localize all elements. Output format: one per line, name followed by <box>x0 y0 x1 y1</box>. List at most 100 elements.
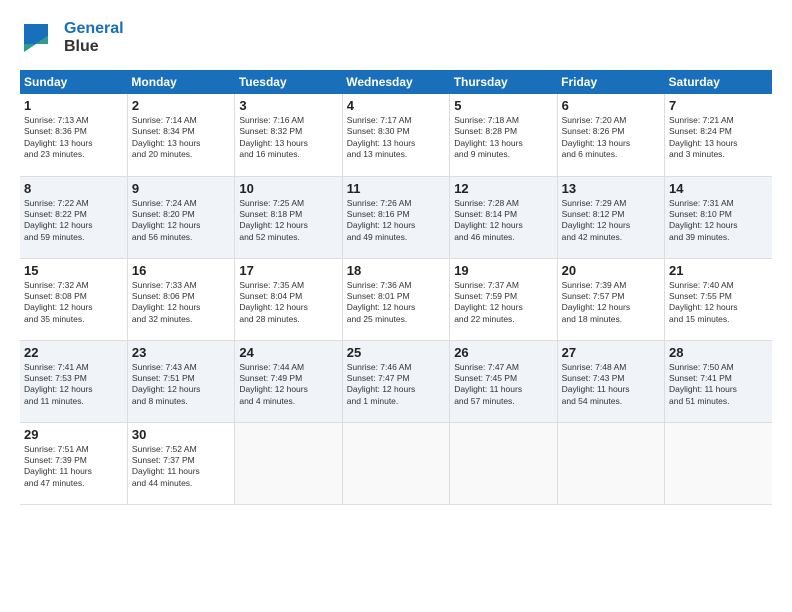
day-number: 3 <box>239 98 337 113</box>
day-number: 19 <box>454 263 552 278</box>
day-cell: 10 Sunrise: 7:25 AM Sunset: 8:18 PM Dayli… <box>235 176 342 258</box>
day-number: 27 <box>562 345 660 360</box>
week-row-4: 22 Sunrise: 7:41 AM Sunset: 7:53 PM Dayli… <box>20 340 772 422</box>
day-info: Sunrise: 7:43 AM Sunset: 7:51 PM Dayligh… <box>132 362 230 408</box>
day-cell: 20 Sunrise: 7:39 AM Sunset: 7:57 PM Dayli… <box>557 258 664 340</box>
day-cell <box>235 422 342 504</box>
day-cell: 3Sunrise: 7:16 AM Sunset: 8:32 PM Daylig… <box>235 94 342 176</box>
day-cell: 25Sunrise: 7:46 AM Sunset: 7:47 PM Dayli… <box>342 340 449 422</box>
day-cell: 11Sunrise: 7:26 AM Sunset: 8:16 PM Dayli… <box>342 176 449 258</box>
page: General Blue SundayMondayTuesdayWednesda… <box>0 0 792 612</box>
day-info: Sunrise: 7:25 AM Sunset: 8:18 PM Dayligh… <box>239 198 337 244</box>
day-cell: 2 Sunrise: 7:14 AM Sunset: 8:34 PM Daylig… <box>127 94 234 176</box>
day-number: 8 <box>24 181 123 196</box>
col-header-monday: Monday <box>127 70 234 94</box>
day-number: 10 <box>239 181 337 196</box>
day-cell: 13 Sunrise: 7:29 AM Sunset: 8:12 PM Dayli… <box>557 176 664 258</box>
day-cell: 26 Sunrise: 7:47 AM Sunset: 7:45 PM Dayli… <box>450 340 557 422</box>
day-number: 14 <box>669 181 768 196</box>
day-info: Sunrise: 7:29 AM Sunset: 8:12 PM Dayligh… <box>562 198 660 244</box>
day-cell: 15Sunrise: 7:32 AM Sunset: 8:08 PM Dayli… <box>20 258 127 340</box>
day-cell: 21 Sunrise: 7:40 AM Sunset: 7:55 PM Dayli… <box>665 258 772 340</box>
day-cell <box>450 422 557 504</box>
day-cell: 16 Sunrise: 7:33 AM Sunset: 8:06 PM Dayli… <box>127 258 234 340</box>
day-cell: 7 Sunrise: 7:21 AM Sunset: 8:24 PM Daylig… <box>665 94 772 176</box>
day-info: Sunrise: 7:14 AM Sunset: 8:34 PM Dayligh… <box>132 115 230 161</box>
day-number: 22 <box>24 345 123 360</box>
day-number: 15 <box>24 263 123 278</box>
week-row-5: 29 Sunrise: 7:51 AM Sunset: 7:39 PM Dayli… <box>20 422 772 504</box>
day-info: Sunrise: 7:35 AM Sunset: 8:04 PM Dayligh… <box>239 280 337 326</box>
day-cell: 9 Sunrise: 7:24 AM Sunset: 8:20 PM Daylig… <box>127 176 234 258</box>
day-number: 5 <box>454 98 552 113</box>
day-info: Sunrise: 7:24 AM Sunset: 8:20 PM Dayligh… <box>132 198 230 244</box>
day-info: Sunrise: 7:46 AM Sunset: 7:47 PM Dayligh… <box>347 362 445 408</box>
day-cell: 23 Sunrise: 7:43 AM Sunset: 7:51 PM Dayli… <box>127 340 234 422</box>
day-info: Sunrise: 7:50 AM Sunset: 7:41 PM Dayligh… <box>669 362 768 408</box>
col-header-tuesday: Tuesday <box>235 70 342 94</box>
logo: General Blue <box>20 16 124 60</box>
logo-svg <box>20 16 64 60</box>
logo-line2: Blue <box>64 38 124 56</box>
day-info: Sunrise: 7:52 AM Sunset: 7:37 PM Dayligh… <box>132 444 230 490</box>
day-info: Sunrise: 7:31 AM Sunset: 8:10 PM Dayligh… <box>669 198 768 244</box>
header: General Blue <box>20 16 772 60</box>
calendar-table: SundayMondayTuesdayWednesdayThursdayFrid… <box>20 70 772 505</box>
day-number: 21 <box>669 263 768 278</box>
day-info: Sunrise: 7:39 AM Sunset: 7:57 PM Dayligh… <box>562 280 660 326</box>
col-header-wednesday: Wednesday <box>342 70 449 94</box>
col-header-thursday: Thursday <box>450 70 557 94</box>
day-cell: 4 Sunrise: 7:17 AM Sunset: 8:30 PM Daylig… <box>342 94 449 176</box>
day-cell: 1Sunrise: 7:13 AM Sunset: 8:36 PM Daylig… <box>20 94 127 176</box>
day-number: 12 <box>454 181 552 196</box>
day-cell: 12Sunrise: 7:28 AM Sunset: 8:14 PM Dayli… <box>450 176 557 258</box>
day-cell <box>557 422 664 504</box>
day-cell: 29 Sunrise: 7:51 AM Sunset: 7:39 PM Dayli… <box>20 422 127 504</box>
day-number: 9 <box>132 181 230 196</box>
day-cell: 22 Sunrise: 7:41 AM Sunset: 7:53 PM Dayli… <box>20 340 127 422</box>
day-info: Sunrise: 7:48 AM Sunset: 7:43 PM Dayligh… <box>562 362 660 408</box>
header-row: SundayMondayTuesdayWednesdayThursdayFrid… <box>20 70 772 94</box>
day-number: 16 <box>132 263 230 278</box>
day-info: Sunrise: 7:47 AM Sunset: 7:45 PM Dayligh… <box>454 362 552 408</box>
day-info: Sunrise: 7:40 AM Sunset: 7:55 PM Dayligh… <box>669 280 768 326</box>
day-info: Sunrise: 7:13 AM Sunset: 8:36 PM Dayligh… <box>24 115 123 161</box>
day-cell: 24 Sunrise: 7:44 AM Sunset: 7:49 PM Dayli… <box>235 340 342 422</box>
week-row-2: 8 Sunrise: 7:22 AM Sunset: 8:22 PM Daylig… <box>20 176 772 258</box>
day-cell: 28 Sunrise: 7:50 AM Sunset: 7:41 PM Dayli… <box>665 340 772 422</box>
col-header-sunday: Sunday <box>20 70 127 94</box>
day-number: 18 <box>347 263 445 278</box>
day-cell: 8 Sunrise: 7:22 AM Sunset: 8:22 PM Daylig… <box>20 176 127 258</box>
week-row-3: 15Sunrise: 7:32 AM Sunset: 8:08 PM Dayli… <box>20 258 772 340</box>
day-number: 30 <box>132 427 230 442</box>
day-cell: 17 Sunrise: 7:35 AM Sunset: 8:04 PM Dayli… <box>235 258 342 340</box>
day-number: 29 <box>24 427 123 442</box>
day-cell: 14 Sunrise: 7:31 AM Sunset: 8:10 PM Dayli… <box>665 176 772 258</box>
day-number: 23 <box>132 345 230 360</box>
day-number: 26 <box>454 345 552 360</box>
day-info: Sunrise: 7:26 AM Sunset: 8:16 PM Dayligh… <box>347 198 445 244</box>
day-info: Sunrise: 7:44 AM Sunset: 7:49 PM Dayligh… <box>239 362 337 408</box>
day-info: Sunrise: 7:22 AM Sunset: 8:22 PM Dayligh… <box>24 198 123 244</box>
day-cell: 27 Sunrise: 7:48 AM Sunset: 7:43 PM Dayli… <box>557 340 664 422</box>
day-number: 28 <box>669 345 768 360</box>
day-info: Sunrise: 7:20 AM Sunset: 8:26 PM Dayligh… <box>562 115 660 161</box>
day-number: 20 <box>562 263 660 278</box>
day-info: Sunrise: 7:17 AM Sunset: 8:30 PM Dayligh… <box>347 115 445 161</box>
day-info: Sunrise: 7:33 AM Sunset: 8:06 PM Dayligh… <box>132 280 230 326</box>
day-number: 13 <box>562 181 660 196</box>
day-number: 4 <box>347 98 445 113</box>
day-cell <box>665 422 772 504</box>
day-number: 2 <box>132 98 230 113</box>
day-cell: 19Sunrise: 7:37 AM Sunset: 7:59 PM Dayli… <box>450 258 557 340</box>
day-number: 7 <box>669 98 768 113</box>
day-number: 17 <box>239 263 337 278</box>
day-cell: 18Sunrise: 7:36 AM Sunset: 8:01 PM Dayli… <box>342 258 449 340</box>
day-info: Sunrise: 7:51 AM Sunset: 7:39 PM Dayligh… <box>24 444 123 490</box>
day-info: Sunrise: 7:18 AM Sunset: 8:28 PM Dayligh… <box>454 115 552 161</box>
day-info: Sunrise: 7:21 AM Sunset: 8:24 PM Dayligh… <box>669 115 768 161</box>
day-cell: 5 Sunrise: 7:18 AM Sunset: 8:28 PM Daylig… <box>450 94 557 176</box>
day-info: Sunrise: 7:41 AM Sunset: 7:53 PM Dayligh… <box>24 362 123 408</box>
week-row-1: 1Sunrise: 7:13 AM Sunset: 8:36 PM Daylig… <box>20 94 772 176</box>
day-number: 24 <box>239 345 337 360</box>
